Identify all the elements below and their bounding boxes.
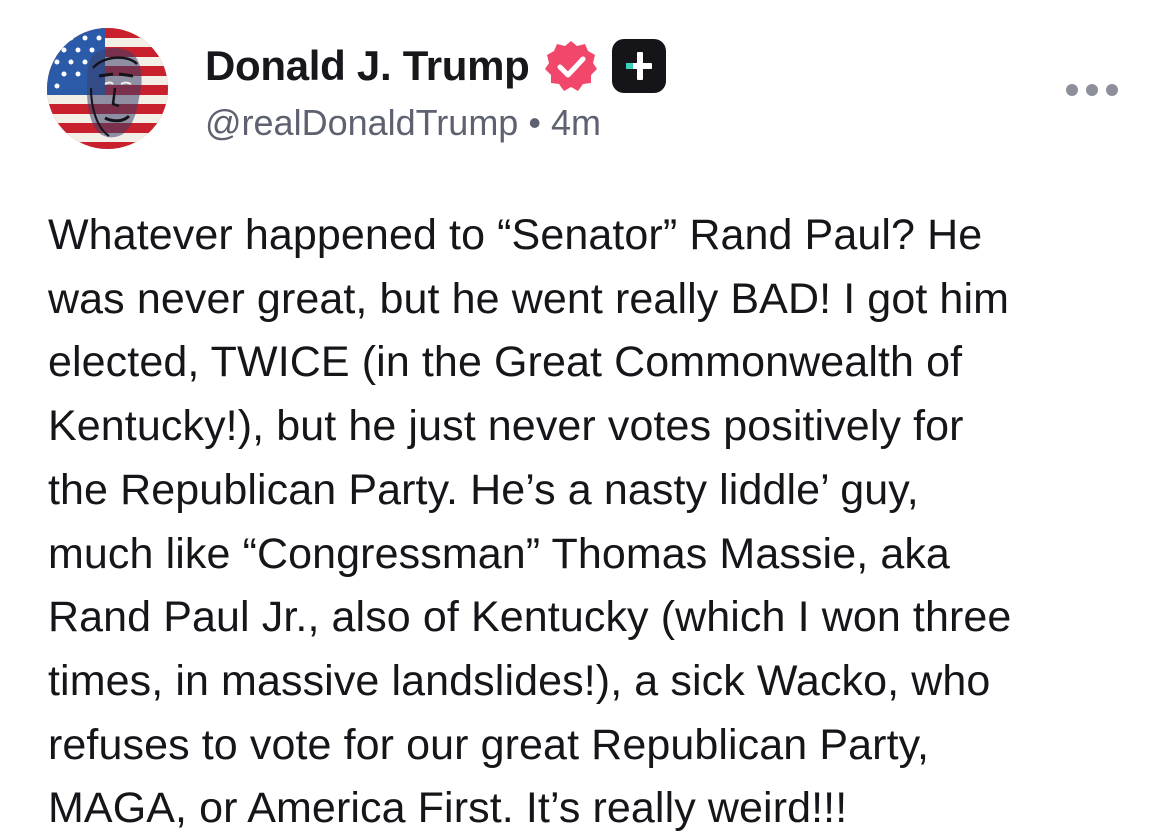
- post-text: Whatever happened to “Senator” Rand Paul…: [48, 204, 1138, 840]
- post-text-line: MAGA, or America First. It’s really weir…: [48, 784, 848, 833]
- post-text-line: much like “Congressman” Thomas Massie, a…: [48, 529, 950, 578]
- author-display-name[interactable]: Donald J. Trump: [205, 42, 530, 90]
- post-text-line: refuses to vote for our great Republican…: [48, 720, 930, 769]
- post-text-line: times, in massive landslides!), a sick W…: [48, 656, 991, 705]
- more-options-icon[interactable]: [1066, 78, 1118, 102]
- more-dot: [1106, 84, 1118, 96]
- post-timestamp[interactable]: 4m: [551, 102, 601, 143]
- post-text-line: elected, TWICE (in the Great Commonwealt…: [48, 338, 963, 387]
- post-card: Donald J. Trump @realDonaldTrump • 4m What…: [0, 0, 1170, 840]
- more-dot: [1086, 84, 1098, 96]
- meta-separator: •: [528, 102, 541, 143]
- author-meta-row: @realDonaldTrump • 4m: [205, 102, 601, 144]
- post-text-line: Rand Paul Jr., also of Kentucky (which I…: [48, 593, 1012, 642]
- more-dot: [1066, 84, 1078, 96]
- author-name-row: Donald J. Trump: [205, 38, 666, 94]
- american-flag-portrait-icon: [47, 28, 168, 149]
- post-text-line: Kentucky!), but he just never votes posi…: [48, 402, 964, 451]
- plus-badge-icon: [611, 39, 666, 93]
- post-text-line: Whatever happened to “Senator” Rand Paul…: [48, 211, 983, 259]
- verified-badge-icon: [544, 39, 598, 93]
- post-text-line: the Republican Party. He’s a nasty liddl…: [48, 465, 919, 514]
- author-handle[interactable]: @realDonaldTrump: [205, 102, 518, 143]
- avatar[interactable]: [47, 28, 168, 149]
- post-text-line: was never great, but he went really BAD!…: [48, 274, 1010, 323]
